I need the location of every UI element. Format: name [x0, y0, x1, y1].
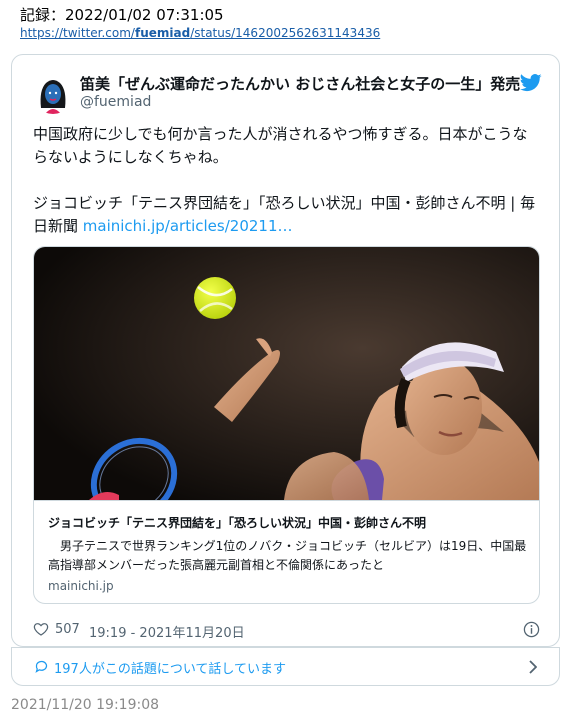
conversation-link[interactable]: 197人がこの話題について話しています	[11, 648, 560, 686]
tweet-article-link[interactable]: mainichi.jp/articles/20211…	[83, 217, 293, 235]
record-timestamp: 記録：2022/01/02 07:31:05	[20, 6, 224, 24]
like-count: 507	[55, 622, 80, 637]
heart-icon[interactable]	[33, 621, 49, 637]
avatar[interactable]	[33, 74, 73, 114]
info-icon[interactable]	[523, 621, 540, 638]
link-preview-card[interactable]: ジョコビッチ「テニス界団結を」「恐ろしい状況」中国・彭帥さん不明 男子テニスで世…	[33, 246, 540, 604]
tweet-url-link[interactable]: https://twitter.com/fuemiad/status/14620…	[20, 26, 380, 40]
tweet-text-line2: ジョコビッチ「テニス界団結を」「恐ろしい状況」中国・彭帥さん不明 | 毎日新聞 …	[33, 192, 541, 238]
url-user: fuemiad	[134, 26, 191, 40]
link-card-meta: ジョコビッチ「テニス界団結を」「恐ろしい状況」中国・彭帥さん不明 男子テニスで世…	[34, 500, 539, 603]
comment-icon	[35, 660, 48, 673]
tweet-card: 笛美「ぜんぶ運命だったんかい おじさん社会と女子の一生」発売中 @fuemiad…	[11, 54, 560, 647]
link-card-domain: mainichi.jp	[48, 579, 114, 593]
tweet-timestamp[interactable]: 19:19 - 2021年11月20日	[89, 622, 245, 641]
tweet-text-line1: 中国政府に少しでも何か言った人が消されるやつ怖すぎる。日本がこうならないようにし…	[33, 125, 528, 166]
chevron-right-icon	[529, 660, 537, 674]
url-suffix: /status/1462002562631143436	[190, 26, 381, 40]
article-photo	[34, 247, 539, 500]
tweet-meta-row: 507 19:19 - 2021年11月20日	[33, 621, 540, 641]
url-prefix: https://twitter.com/	[20, 26, 135, 40]
author-handle[interactable]: @fuemiad	[80, 94, 151, 110]
saved-at-timestamp: 2021/11/20 19:19:08	[11, 697, 160, 713]
link-card-title: ジョコビッチ「テニス界団結を」「恐ろしい状況」中国・彭帥さん不明	[48, 516, 427, 530]
twitter-bird-icon[interactable]	[520, 73, 542, 93]
author-name[interactable]: 笛美「ぜんぶ運命だったんかい おじさん社会と女子の一生」発売中	[80, 73, 520, 94]
tweet-text: 中国政府に少しでも何か言った人が消されるやつ怖すぎる。日本がこうならないようにし…	[33, 123, 541, 238]
conversation-text: 197人がこの話題について話しています	[54, 662, 287, 677]
link-card-description: 男子テニスで世界ランキング1位のノバク・ジョコビッチ（セルビア）は19日、中国最…	[48, 539, 527, 572]
